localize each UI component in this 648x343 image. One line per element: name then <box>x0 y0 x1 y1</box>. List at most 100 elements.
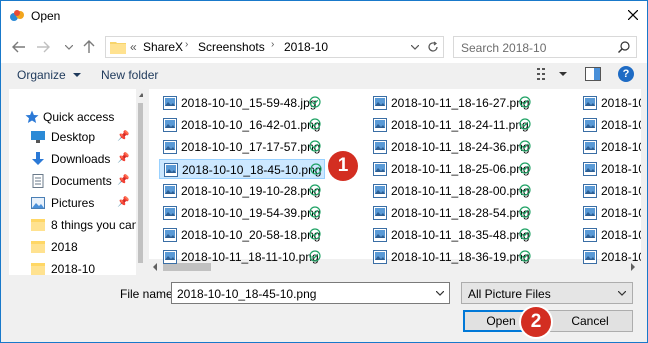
file-item[interactable]: 2018-10-10_18-45-10.png <box>159 159 325 179</box>
download-icon <box>32 152 44 165</box>
breadcrumb-2018-10[interactable]: 2018-10 <box>284 40 328 54</box>
file-item[interactable]: 2018-10-10_17-17-57.png <box>159 137 325 157</box>
file-name: 2018-10-11_18-11-10.png <box>181 250 319 264</box>
file-name-label: File name: <box>120 287 177 301</box>
new-folder-button[interactable]: New folder <box>101 68 158 82</box>
forward-button[interactable] <box>33 37 53 57</box>
folder-icon <box>110 42 126 54</box>
overflow-crumb[interactable]: « <box>130 40 137 54</box>
up-button[interactable] <box>79 37 99 57</box>
cancel-button[interactable]: Cancel <box>547 310 633 332</box>
file-item[interactable]: 2018-10-10_16-42-01.png <box>159 115 325 135</box>
chevron-down-icon <box>411 44 419 50</box>
file-item[interactable]: 2018-10-10_19-10-28.png <box>159 181 325 201</box>
image-file-icon <box>373 118 387 132</box>
preview-pane-button[interactable] <box>585 67 603 83</box>
file-item[interactable]: 2018-10-1 <box>579 247 641 267</box>
sync-status-icon <box>519 96 531 108</box>
folder-icon <box>31 263 45 275</box>
pin-icon: 📌 <box>117 175 130 186</box>
chevron-down-icon <box>73 73 82 78</box>
pin-icon: 📌 <box>117 197 130 208</box>
file-item[interactable]: 2018-10-1 <box>579 181 641 201</box>
help-button[interactable]: ? <box>618 66 634 82</box>
folder-icon <box>31 219 45 231</box>
breadcrumb-sharex[interactable]: ShareX <box>143 40 183 54</box>
sync-status-icon <box>310 163 322 175</box>
address-bar[interactable]: « ShareX › Screenshots › 2018-10 <box>105 36 444 58</box>
image-file-icon <box>163 140 177 154</box>
file-item[interactable]: 2018-10-11_18-28-00.png <box>369 181 535 201</box>
file-item[interactable]: 2018-10-1 <box>579 93 641 113</box>
image-file-icon <box>163 96 177 110</box>
file-name: 2018-10-1 <box>601 96 641 110</box>
sidebar-item-2018[interactable]: 2018 <box>9 237 143 257</box>
star-icon <box>25 110 39 123</box>
sync-status-icon <box>309 118 321 130</box>
callout-badge-1: 1 <box>328 151 358 181</box>
file-name: 2018-10-10_16-42-01.png <box>181 118 321 132</box>
image-file-icon <box>163 228 177 242</box>
search-placeholder: Search 2018-10 <box>461 41 547 55</box>
navpane-scroll-thumb[interactable] <box>138 103 143 263</box>
view-list-icon <box>537 68 545 80</box>
navpane-scrollbar[interactable] <box>136 89 143 275</box>
file-name: 2018-10-1 <box>601 162 641 176</box>
file-item[interactable]: 2018-10-10_19-54-39.png <box>159 203 325 223</box>
file-item[interactable]: 2018-10-1 <box>579 203 641 223</box>
sync-status-icon <box>309 206 321 218</box>
sync-status-icon <box>519 140 531 152</box>
file-name: 2018-10-11_18-24-36.png <box>391 140 530 154</box>
image-file-icon <box>373 96 387 110</box>
file-item[interactable]: 2018-10-1 <box>579 159 641 179</box>
file-item[interactable]: 2018-10-1 <box>579 137 641 157</box>
file-name: 2018-10-10_19-54-39.png <box>181 206 321 220</box>
file-item[interactable]: 2018-10-1 <box>579 225 641 245</box>
close-icon <box>628 10 638 20</box>
file-name: 2018-10-1 <box>601 250 641 264</box>
file-item[interactable]: 2018-10-1 <box>579 115 641 135</box>
file-type-select[interactable]: All Picture Files <box>461 282 633 304</box>
file-item[interactable]: 2018-10-11_18-16-27.png <box>369 93 535 113</box>
chevron-right-icon[interactable]: › <box>271 39 274 50</box>
sidebar-item-documents[interactable]: Documents 📌 <box>9 171 143 191</box>
sidebar-item-downloads[interactable]: Downloads 📌 <box>9 149 143 169</box>
file-item[interactable]: 2018-10-11_18-11-10.png <box>159 247 325 267</box>
file-item[interactable]: 2018-10-11_18-35-48.png <box>369 225 535 245</box>
chevron-right-icon[interactable]: › <box>185 39 188 50</box>
search-input[interactable]: Search 2018-10 <box>453 36 637 58</box>
file-name: 2018-10-11_18-24-11.png <box>391 118 529 132</box>
chevron-down-icon[interactable] <box>436 291 444 296</box>
refresh-button[interactable] <box>424 37 442 57</box>
file-item[interactable]: 2018-10-10_20-58-18.png <box>159 225 325 245</box>
recent-locations-button[interactable] <box>59 37 79 57</box>
sidebar-item-8-things[interactable]: 8 things you can <box>9 215 143 235</box>
sync-status-icon <box>309 228 321 240</box>
chevron-down-icon <box>65 44 73 50</box>
close-button[interactable] <box>623 5 643 25</box>
desktop-icon <box>31 131 45 143</box>
file-item[interactable]: 2018-10-11_18-24-36.png <box>369 137 535 157</box>
file-item[interactable]: 2018-10-11_18-28-54.png <box>369 203 535 223</box>
sidebar-item-2018-10[interactable]: 2018-10 <box>9 259 143 275</box>
image-file-icon <box>583 118 597 132</box>
sidebar-item-quick-access[interactable]: Quick access <box>9 107 143 127</box>
file-item[interactable]: 2018-10-11_18-36-19.png <box>369 247 535 267</box>
sidebar-item-desktop[interactable]: Desktop 📌 <box>9 127 143 147</box>
sidebar-item-pictures[interactable]: Pictures 📌 <box>9 193 143 213</box>
change-view-button[interactable] <box>537 67 571 83</box>
organize-button[interactable]: Organize <box>17 68 82 82</box>
file-item[interactable]: 2018-10-11_18-25-06.png <box>369 159 535 179</box>
file-item[interactable]: 2018-10-11_18-24-11.png <box>369 115 535 135</box>
pictures-icon <box>31 197 45 209</box>
chevron-down-icon <box>618 291 626 296</box>
image-file-icon <box>583 206 597 220</box>
breadcrumb-screenshots[interactable]: Screenshots <box>198 40 265 54</box>
scroll-up-icon <box>139 93 143 97</box>
back-button[interactable] <box>9 37 29 57</box>
file-item[interactable]: 2018-10-10_15-59-48.jpg <box>159 93 325 113</box>
help-icon: ? <box>622 68 630 80</box>
address-history-button[interactable] <box>406 37 424 57</box>
file-name-field[interactable]: 2018-10-10_18-45-10.png <box>171 282 450 304</box>
sync-status-icon <box>309 184 321 196</box>
